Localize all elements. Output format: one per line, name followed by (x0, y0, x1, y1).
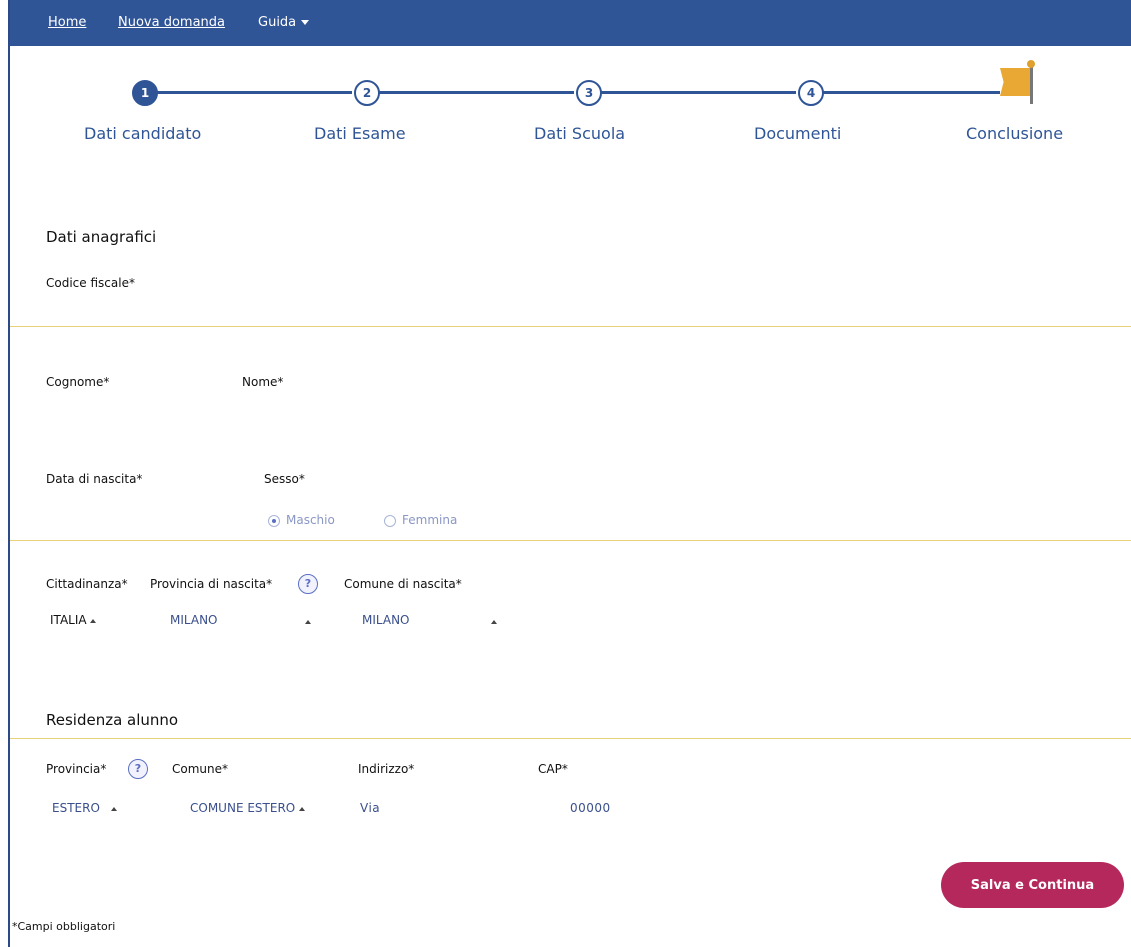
sex-male-label[interactable]: Maschio (286, 513, 335, 527)
name-input[interactable] (242, 402, 412, 420)
surname-input[interactable] (46, 402, 216, 420)
nav-guide-dropdown[interactable]: Guida (258, 15, 310, 30)
sex-male-radio[interactable] (268, 515, 280, 527)
step-connector (598, 91, 796, 94)
top-nav: Home Nuova domanda Guida (10, 0, 1131, 46)
province-help-icon[interactable]: ? (128, 759, 148, 779)
step-3-label[interactable]: Dati Scuola (534, 124, 625, 143)
town-select[interactable]: COMUNE ESTERO (190, 801, 306, 815)
name-label: Nome* (242, 375, 284, 389)
personal-section-title: Dati anagrafici (46, 228, 157, 246)
cap-input[interactable]: 00000 (570, 801, 611, 815)
divider (10, 540, 1131, 541)
required-fields-note: *Campi obbligatori (12, 920, 116, 933)
birth-province-value: MILANO (170, 613, 218, 627)
citizenship-value: ITALIA (50, 613, 87, 627)
flag-pole (1030, 64, 1033, 104)
nav-new-request-link[interactable]: Nuova domanda (118, 15, 225, 30)
birth-province-help-icon[interactable]: ? (298, 574, 318, 594)
town-label: Comune* (172, 762, 229, 776)
step-5-label[interactable]: Conclusione (966, 124, 1063, 143)
step-2-circle[interactable]: 2 (354, 80, 380, 106)
divider (10, 738, 1131, 739)
fiscal-code-input[interactable] (46, 298, 226, 316)
citizenship-label: Cittadinanza* (46, 577, 128, 591)
step-connector (820, 91, 1000, 94)
nav-home-link[interactable]: Home (48, 15, 86, 30)
province-select[interactable]: ESTERO (52, 801, 118, 815)
chevron-down-icon (301, 20, 310, 25)
address-label: Indirizzo* (358, 762, 415, 776)
province-label: Provincia* (46, 762, 107, 776)
step-3-circle[interactable]: 3 (576, 80, 602, 106)
step-connector (154, 91, 352, 94)
birth-date-input[interactable] (46, 500, 246, 518)
save-continue-button[interactable]: Salva e Continua (941, 862, 1124, 908)
flag-pole-top (1027, 60, 1035, 68)
fiscal-code-label: Codice fiscale* (46, 276, 135, 290)
step-2-label[interactable]: Dati Esame (314, 124, 406, 143)
birth-town-value: MILANO (362, 613, 410, 627)
step-4-circle[interactable]: 4 (798, 80, 824, 106)
chevron-up-icon[interactable] (491, 620, 497, 624)
progress-stepper: 1 2 3 4 Dati candidato Dati Esame Dati S… (10, 46, 1131, 166)
cap-label: CAP* (538, 762, 568, 776)
province-value: ESTERO (52, 801, 100, 815)
birth-province-label: Provincia di nascita* (150, 577, 273, 591)
surname-label: Cognome* (46, 375, 110, 389)
birth-town-select[interactable]: MILANO (362, 613, 409, 627)
step-4-label[interactable]: Documenti (754, 124, 841, 143)
address-input[interactable]: Via (360, 801, 380, 815)
sex-label: Sesso* (264, 472, 305, 486)
residence-section-title: Residenza alunno (46, 711, 179, 729)
step-connector (376, 91, 574, 94)
chevron-up-icon[interactable] (305, 620, 311, 624)
nav-guide-label: Guida (258, 15, 297, 30)
citizenship-select[interactable]: ITALIA (50, 613, 97, 627)
birth-province-select[interactable]: MILANO (170, 613, 217, 627)
sex-female-radio[interactable] (384, 515, 396, 527)
birth-date-label: Data di nascita* (46, 472, 143, 486)
chevron-up-icon (90, 618, 97, 623)
birth-town-label: Comune di nascita* (344, 577, 462, 591)
town-value: COMUNE ESTERO (190, 801, 296, 815)
flag-icon (1000, 68, 1030, 96)
divider (10, 326, 1131, 327)
step-1-label[interactable]: Dati candidato (84, 124, 201, 143)
chevron-up-icon (111, 806, 118, 811)
chevron-up-icon (299, 806, 306, 811)
sex-female-label[interactable]: Femmina (402, 513, 457, 527)
step-1-circle[interactable]: 1 (132, 80, 158, 106)
